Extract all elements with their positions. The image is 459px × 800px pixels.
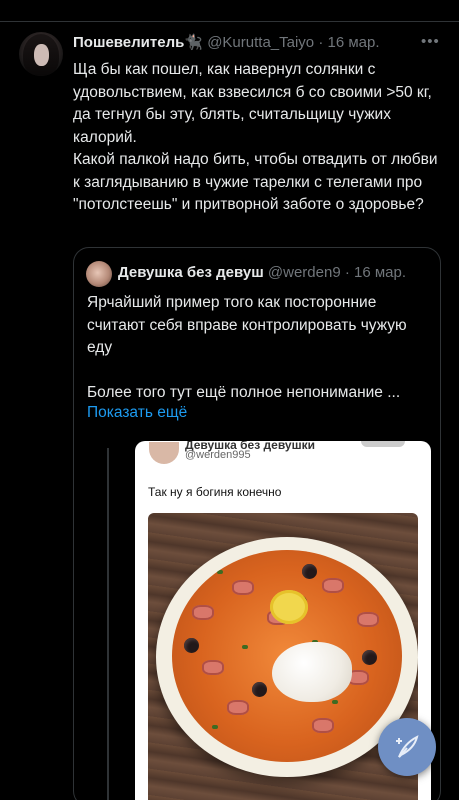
quote-author-name: Девушка без девуш bbox=[118, 264, 264, 281]
top-divider bbox=[0, 0, 459, 22]
compose-feather-icon bbox=[396, 735, 419, 758]
olive bbox=[184, 638, 199, 653]
author-avatar[interactable] bbox=[19, 32, 63, 76]
author-name[interactable]: Пошевелитель🐈‍⬛ bbox=[73, 34, 203, 51]
sausage-slice bbox=[357, 612, 379, 627]
olive bbox=[362, 650, 377, 665]
embedded-badge bbox=[361, 441, 405, 447]
embedded-text: Так ну я богиня конечно bbox=[148, 485, 282, 499]
author-handle[interactable]: @Kurutta_Taiyo bbox=[207, 34, 314, 51]
quote-header: Девушка без девуш @werden9 · 16 мар. bbox=[118, 264, 430, 281]
header-separator: · bbox=[318, 34, 324, 51]
embedded-avatar bbox=[149, 442, 179, 464]
show-more-link[interactable]: Показать ещё bbox=[87, 404, 187, 422]
sausage-slice bbox=[232, 580, 254, 595]
quote-body: Ярчайший пример того как посторонние счи… bbox=[87, 292, 427, 404]
quote-avatar bbox=[86, 261, 112, 287]
tweet-paragraph-2: Какой палкой надо бить, чтобы отвадить о… bbox=[73, 151, 438, 213]
olive bbox=[252, 682, 267, 697]
compose-button[interactable] bbox=[378, 718, 436, 776]
avatar-face bbox=[34, 44, 49, 66]
sour-cream bbox=[272, 642, 352, 702]
herb bbox=[332, 700, 338, 704]
quote-author-handle: @werden9 bbox=[267, 264, 341, 281]
tweet-paragraph-1: Ща бы как пошел, как навернул солянки с … bbox=[73, 61, 432, 146]
herb bbox=[212, 725, 218, 729]
sausage-slice bbox=[322, 578, 344, 593]
tweet-date[interactable]: 16 мар. bbox=[328, 34, 380, 51]
sausage-slice bbox=[192, 605, 214, 620]
quote-date: 16 мар. bbox=[354, 264, 407, 281]
more-dots-icon[interactable]: ••• bbox=[421, 33, 440, 50]
lemon-slice bbox=[270, 590, 308, 624]
sausage-slice bbox=[202, 660, 224, 675]
sausage-slice bbox=[227, 700, 249, 715]
quoted-tweet[interactable]: Девушка без девуш @werden9 · 16 мар. Ярч… bbox=[73, 247, 441, 800]
olive bbox=[302, 564, 317, 579]
tweet-body: Ща бы как пошел, как навернул солянки с … bbox=[73, 59, 443, 217]
herb bbox=[242, 645, 248, 649]
thread-line bbox=[107, 448, 109, 800]
herb bbox=[217, 570, 223, 574]
solyanka-soup bbox=[172, 550, 402, 762]
tweet-header: Пошевелитель🐈‍⬛ @Kurutta_Taiyo · 16 мар. bbox=[73, 33, 445, 55]
soup-photo bbox=[148, 513, 418, 800]
sausage-slice bbox=[312, 718, 334, 733]
embedded-author-handle: @werden995 bbox=[185, 449, 251, 461]
quote-paragraph-1: Ярчайший пример того как посторонние счи… bbox=[87, 294, 407, 356]
quote-separator: · bbox=[344, 264, 350, 281]
quote-paragraph-2: Более того тут ещё полное непонимание ..… bbox=[87, 383, 401, 401]
